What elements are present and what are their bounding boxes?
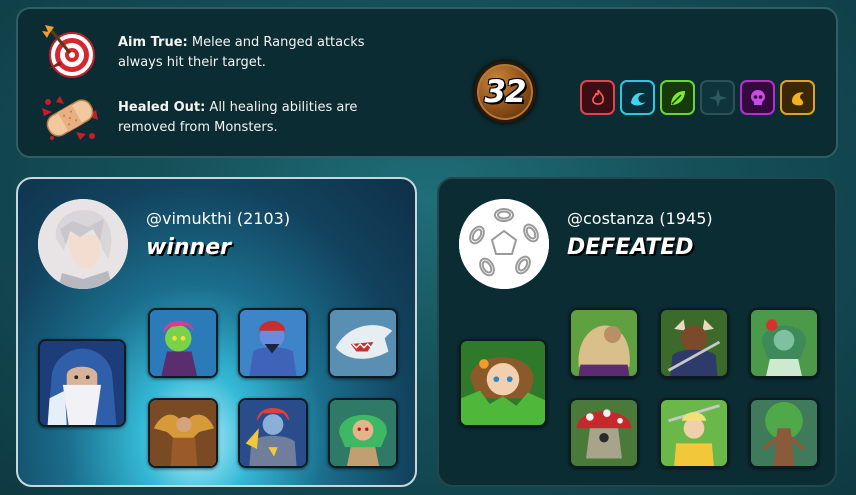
monster-card[interactable] xyxy=(749,308,819,378)
splinter-death xyxy=(740,80,775,115)
splinter-fire xyxy=(580,80,615,115)
avatar xyxy=(459,199,549,289)
rule-healed-out: Healed Out: All healing abilities are re… xyxy=(40,88,398,148)
rule-aim-true-text: Aim True: Melee and Ranged attacks alway… xyxy=(118,35,365,70)
monster-card[interactable] xyxy=(238,398,308,468)
monster-card[interactable] xyxy=(569,308,639,378)
skull-icon xyxy=(750,89,765,105)
target-arrow-icon xyxy=(42,25,95,78)
monster-card[interactable] xyxy=(569,398,639,468)
monster-card[interactable] xyxy=(148,308,218,378)
leaf-icon xyxy=(670,90,685,105)
star-icon xyxy=(708,88,727,107)
player-name[interactable]: @costanza (1945) xyxy=(567,209,713,228)
dragon-eye-icon xyxy=(791,91,804,105)
result-label: DEFEATED xyxy=(567,235,694,260)
mana-cap-badge: 32 xyxy=(474,61,536,123)
splinter-dragon xyxy=(780,80,815,115)
rule-aim-true: Aim True: Melee and Ranged attacks alway… xyxy=(40,23,398,83)
allowed-splinters xyxy=(580,80,815,115)
monster-card[interactable] xyxy=(328,308,398,378)
ruleset-panel: Aim True: Melee and Ranged attacks alway… xyxy=(16,7,838,158)
monster-card[interactable] xyxy=(328,398,398,468)
summoner-card[interactable] xyxy=(38,339,126,427)
splinter-life xyxy=(700,80,735,115)
monster-card[interactable] xyxy=(148,398,218,468)
player-name[interactable]: @vimukthi (2103) xyxy=(146,209,290,228)
team-panel-winner: @vimukthi (2103) winner xyxy=(16,177,417,487)
monster-card[interactable] xyxy=(659,398,729,468)
summoner-wizard-portrait xyxy=(40,341,124,425)
fire-icon xyxy=(591,89,604,105)
monster-card[interactable] xyxy=(749,398,819,468)
result-label: winner xyxy=(146,235,231,260)
bandage-icon xyxy=(42,96,98,140)
mana-cap-value: 32 xyxy=(484,74,526,110)
summoner-dryad-portrait xyxy=(461,341,545,425)
avatar xyxy=(38,199,128,289)
monster-card[interactable] xyxy=(238,308,308,378)
ring-pattern-avatar-image xyxy=(459,199,549,289)
splinter-water xyxy=(620,80,655,115)
splinter-earth xyxy=(660,80,695,115)
team-panel-defeated: @costanza (1945) DEFEATED xyxy=(437,177,837,487)
summoner-card[interactable] xyxy=(459,339,547,427)
player-avatar-image xyxy=(38,199,128,289)
wave-icon xyxy=(630,92,646,105)
rule-healed-out-text: Healed Out: All healing abilities are re… xyxy=(118,100,358,135)
monster-card[interactable] xyxy=(659,308,729,378)
